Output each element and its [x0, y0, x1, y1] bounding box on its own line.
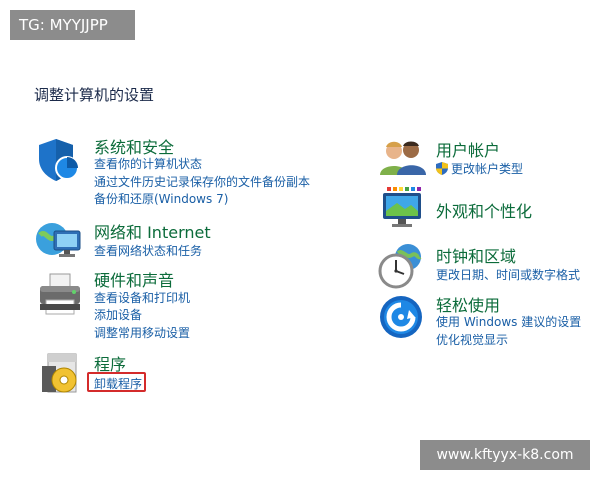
link-backup-restore[interactable]: 备份和还原(Windows 7): [94, 190, 228, 207]
category-title-user-accounts[interactable]: 用户帐户: [436, 137, 500, 161]
programs-disc-icon[interactable]: [40, 352, 84, 396]
link-change-account-type-label: 更改帐户类型: [451, 162, 524, 176]
uninstall-highlight-box: [87, 372, 146, 392]
link-add-device[interactable]: 添加设备: [94, 306, 142, 323]
tg-watermark: TG: MYYJJPP: [10, 10, 135, 40]
link-network-status[interactable]: 查看网络状态和任务: [94, 242, 202, 259]
link-optimize-visual-display[interactable]: 优化视觉显示: [436, 331, 508, 348]
link-change-account-type[interactable]: 更改帐户类型: [436, 160, 523, 177]
category-title-appearance[interactable]: 外观和个性化: [436, 198, 532, 222]
url-watermark: www.kftyyx-k8.com: [420, 440, 590, 470]
link-file-history-backup[interactable]: 通过文件历史记录保存你的文件备份副本: [94, 173, 310, 190]
security-shield-icon[interactable]: [36, 137, 80, 181]
category-title-clock-region[interactable]: 时钟和区域: [436, 243, 516, 267]
category-title-hardware-sound[interactable]: 硬件和声音: [94, 267, 174, 291]
link-mobility-settings[interactable]: 调整常用移动设置: [94, 324, 190, 341]
link-recommended-settings[interactable]: 使用 Windows 建议的设置: [436, 313, 581, 330]
network-globe-icon[interactable]: [34, 217, 81, 261]
category-title-network-internet[interactable]: 网络和 Internet: [94, 219, 211, 243]
printer-icon[interactable]: [36, 272, 80, 316]
link-date-time-format[interactable]: 更改日期、时间或数字格式: [436, 266, 580, 283]
ease-of-access-icon[interactable]: [379, 295, 423, 339]
page-title: 调整计算机的设置: [34, 86, 155, 104]
user-accounts-icon[interactable]: [380, 137, 426, 181]
uac-shield-icon: [436, 162, 448, 175]
link-devices-printers[interactable]: 查看设备和打印机: [94, 289, 190, 306]
clock-globe-icon[interactable]: [378, 243, 422, 289]
link-view-computer-status[interactable]: 查看你的计算机状态: [94, 155, 202, 172]
appearance-monitor-icon[interactable]: [381, 187, 425, 231]
